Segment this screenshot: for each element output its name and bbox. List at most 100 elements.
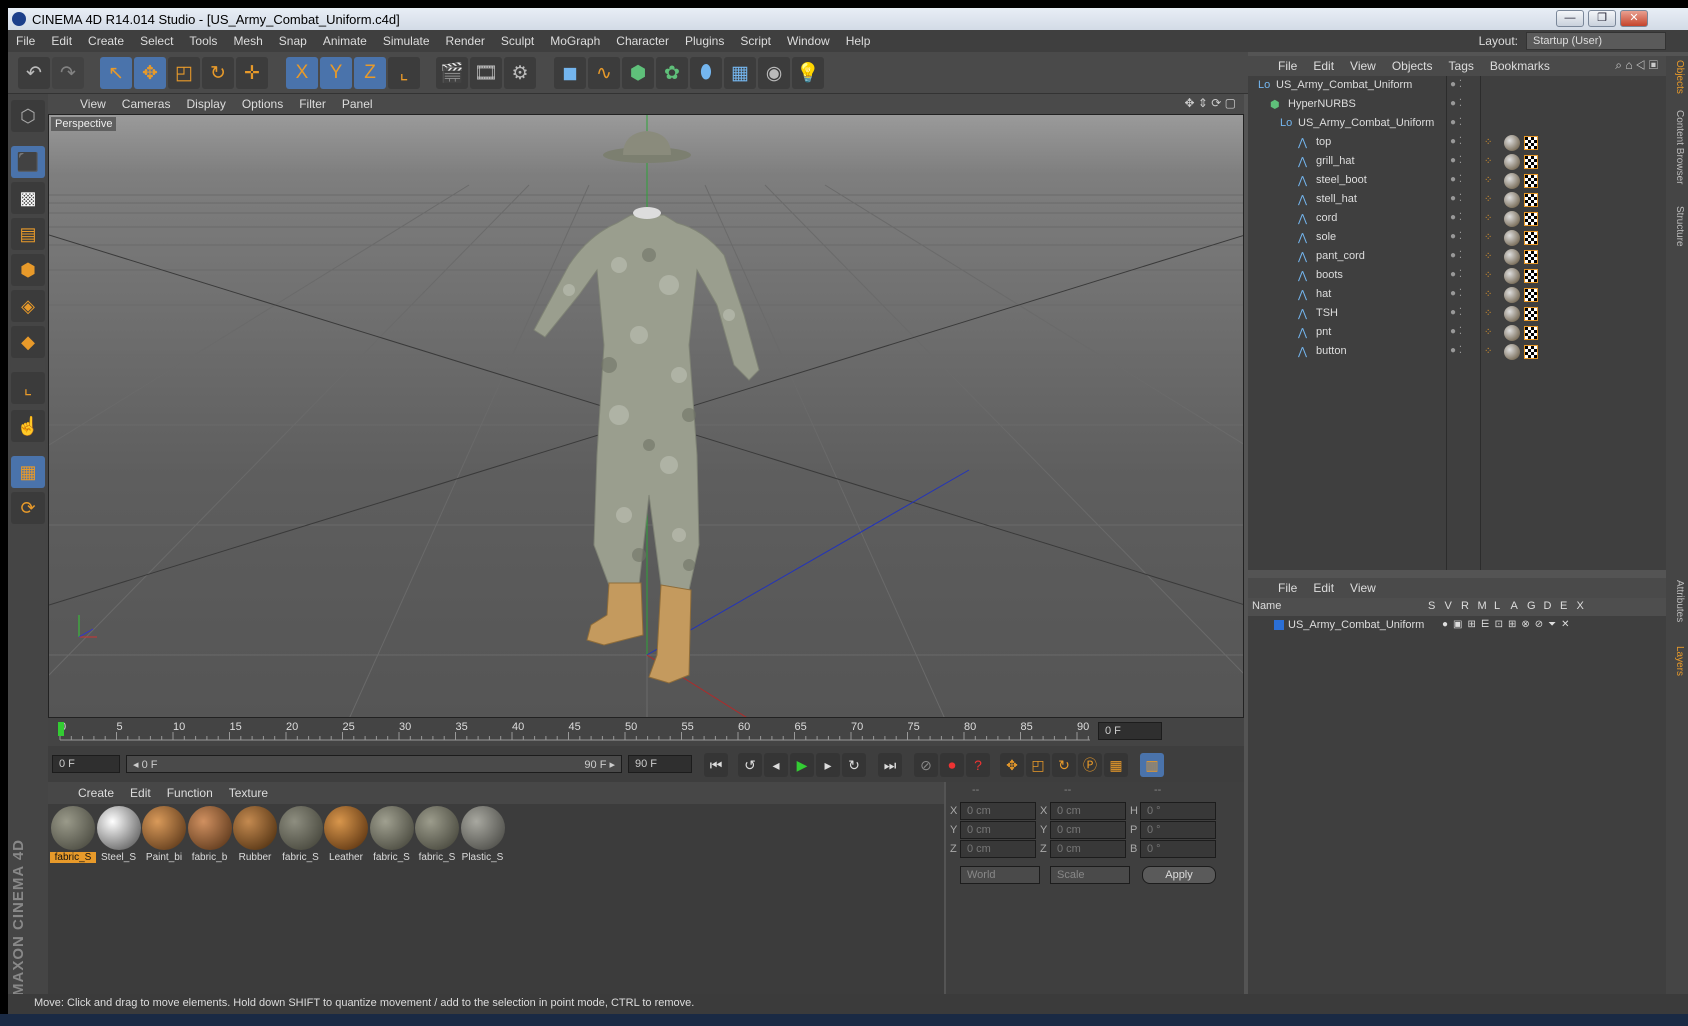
coordinate-system-icon[interactable]: ⌞ — [388, 57, 420, 89]
material-label[interactable]: Leather — [323, 852, 369, 863]
points-mode-icon[interactable]: ⬢ — [11, 254, 45, 286]
floor-icon[interactable]: ▦ — [724, 57, 756, 89]
layer-column-header[interactable]: X — [1577, 600, 1584, 612]
snap-icon[interactable]: ▦ — [11, 456, 45, 488]
render-view-icon[interactable]: 🎬 — [436, 57, 468, 89]
coordinate-space-select[interactable]: World — [960, 866, 1040, 884]
phong-tag-icon[interactable]: ⁘ — [1484, 156, 1498, 168]
coord-value-field[interactable]: 0 cm — [1050, 821, 1126, 839]
material-tag-icon[interactable] — [1504, 192, 1520, 208]
material-tag-icon[interactable] — [1504, 344, 1520, 360]
layer-column-header[interactable]: A — [1511, 600, 1518, 612]
object-row[interactable]: ⋀ stell_hat ● ⁚ ⁘ — [1248, 190, 1666, 210]
material-menu-function[interactable]: Function — [159, 786, 221, 800]
visibility-dots-icon[interactable]: ● ⁚ — [1450, 345, 1474, 356]
record-keys-icon[interactable]: ⊘ — [914, 753, 938, 777]
coord-value-field[interactable]: 0 cm — [1050, 802, 1126, 820]
coord-value-field[interactable]: 0 ° — [1140, 840, 1216, 858]
material-preview-icon[interactable] — [460, 806, 505, 850]
object-name[interactable]: TSH — [1316, 307, 1338, 319]
polygons-mode-icon[interactable]: ◆ — [11, 326, 45, 358]
viewport-menu-display[interactable]: Display — [178, 97, 233, 111]
layer-menu-edit[interactable]: Edit — [1305, 581, 1342, 595]
visibility-dots-icon[interactable]: ● ⁚ — [1450, 307, 1474, 318]
lock-workplane-icon[interactable]: ⟳ — [11, 492, 45, 524]
tab-objects[interactable]: Objects — [1669, 60, 1685, 94]
layer-column-header[interactable]: M — [1478, 600, 1487, 612]
object-menu-file[interactable]: File — [1270, 59, 1305, 73]
visibility-dots-icon[interactable]: ● ⁚ — [1450, 174, 1474, 185]
phong-tag-icon[interactable]: ⁘ — [1484, 270, 1498, 282]
next-frame-icon[interactable]: ▸ — [816, 753, 840, 777]
render-picture-viewer-icon[interactable]: 🎞 — [470, 57, 502, 89]
menu-sculpt[interactable]: Sculpt — [493, 34, 542, 48]
key-scale-icon[interactable]: ◰ — [1026, 753, 1050, 777]
object-menu-edit[interactable]: Edit — [1305, 59, 1342, 73]
visibility-dots-icon[interactable]: ● ⁚ — [1450, 231, 1474, 242]
visibility-dots-icon[interactable]: ● ⁚ — [1450, 79, 1474, 90]
object-row[interactable]: ⬢ HyperNURBS ● ⁚ — [1248, 95, 1666, 115]
visibility-dots-icon[interactable]: ● ⁚ — [1450, 288, 1474, 299]
object-search-icon[interactable]: ⌕ ⌂ ◁ ▣ — [1615, 58, 1658, 73]
material-item[interactable]: fabric_S — [278, 806, 324, 866]
menu-simulate[interactable]: Simulate — [375, 34, 438, 48]
live-selection-icon[interactable]: ↖ — [100, 57, 132, 89]
object-row[interactable]: ⋀ hat ● ⁚ ⁘ — [1248, 285, 1666, 305]
layer-column-header[interactable]: G — [1527, 600, 1536, 612]
material-tag-icon[interactable] — [1504, 173, 1520, 189]
object-row[interactable]: ⋀ steel_boot ● ⁚ ⁘ — [1248, 171, 1666, 191]
object-name[interactable]: boots — [1316, 269, 1343, 281]
object-row[interactable]: ⋀ top ● ⁚ ⁘ — [1248, 133, 1666, 153]
array-icon[interactable]: ✿ — [656, 57, 688, 89]
viewport-menu-filter[interactable]: Filter — [291, 97, 334, 111]
layer-row[interactable]: US_Army_Combat_Uniform ●▣⊞⋿⊡⊞⊗⊘⏷✕ — [1248, 616, 1666, 636]
material-preview-icon[interactable] — [278, 806, 323, 850]
phong-tag-icon[interactable]: ⁘ — [1484, 137, 1498, 149]
layer-column-header[interactable]: S — [1428, 600, 1435, 612]
object-name[interactable]: US_Army_Combat_Uniform — [1298, 117, 1434, 129]
uvw-tag-icon[interactable] — [1524, 174, 1538, 188]
object-name[interactable]: steel_boot — [1316, 174, 1367, 186]
visibility-dots-icon[interactable]: ● ⁚ — [1450, 193, 1474, 204]
material-item[interactable]: fabric_S — [50, 806, 96, 866]
material-label[interactable]: Plastic_S — [460, 852, 506, 863]
menu-script[interactable]: Script — [732, 34, 779, 48]
object-name[interactable]: cord — [1316, 212, 1337, 224]
layer-column-header[interactable]: V — [1445, 600, 1452, 612]
material-menu-texture[interactable]: Texture — [221, 786, 276, 800]
material-preview-icon[interactable] — [233, 806, 277, 850]
object-menu-tags[interactable]: Tags — [1441, 59, 1482, 73]
menu-edit[interactable]: Edit — [43, 34, 80, 48]
y-axis-icon[interactable]: Y — [320, 57, 352, 89]
material-item[interactable]: Steel_S — [96, 806, 142, 866]
uvw-tag-icon[interactable] — [1524, 269, 1538, 283]
playhead[interactable] — [58, 722, 64, 736]
viewport-menu-panel[interactable]: Panel — [334, 97, 381, 111]
visibility-dots-icon[interactable]: ● ⁚ — [1450, 117, 1474, 128]
layer-flag-icons[interactable]: ●▣⊞⋿⊡⊞⊗⊘⏷✕ — [1442, 619, 1574, 630]
material-preview-icon[interactable] — [187, 806, 232, 850]
spline-icon[interactable]: ∿ — [588, 57, 620, 89]
tweak-mode-icon[interactable]: ☝ — [11, 410, 45, 442]
material-preview-icon[interactable] — [142, 806, 186, 850]
material-item[interactable]: Plastic_S — [460, 806, 506, 866]
rotate-icon[interactable]: ↻ — [202, 57, 234, 89]
material-tag-icon[interactable] — [1504, 135, 1520, 151]
phong-tag-icon[interactable]: ⁘ — [1484, 308, 1498, 320]
uvw-tag-icon[interactable] — [1524, 212, 1538, 226]
visibility-dots-icon[interactable]: ● ⁚ — [1450, 326, 1474, 337]
layer-column-header[interactable]: L — [1494, 600, 1500, 612]
timeline-ruler[interactable]: 051015202530354045505560657075808590 0 F — [48, 718, 1244, 746]
phong-tag-icon[interactable]: ⁘ — [1484, 175, 1498, 187]
object-name[interactable]: hat — [1316, 288, 1331, 300]
object-row[interactable]: ⋀ boots ● ⁚ ⁘ — [1248, 266, 1666, 286]
tab-layers[interactable]: Layers — [1669, 646, 1685, 676]
menu-render[interactable]: Render — [438, 34, 493, 48]
menu-tools[interactable]: Tools — [181, 34, 225, 48]
tab-attributes[interactable]: Attributes — [1669, 580, 1685, 622]
visibility-dots-icon[interactable]: ● ⁚ — [1450, 269, 1474, 280]
object-row[interactable]: ⋀ grill_hat ● ⁚ ⁘ — [1248, 152, 1666, 172]
menu-create[interactable]: Create — [80, 34, 132, 48]
go-to-start-icon[interactable]: ⏮ — [704, 753, 728, 777]
object-name[interactable]: pant_cord — [1316, 250, 1365, 262]
